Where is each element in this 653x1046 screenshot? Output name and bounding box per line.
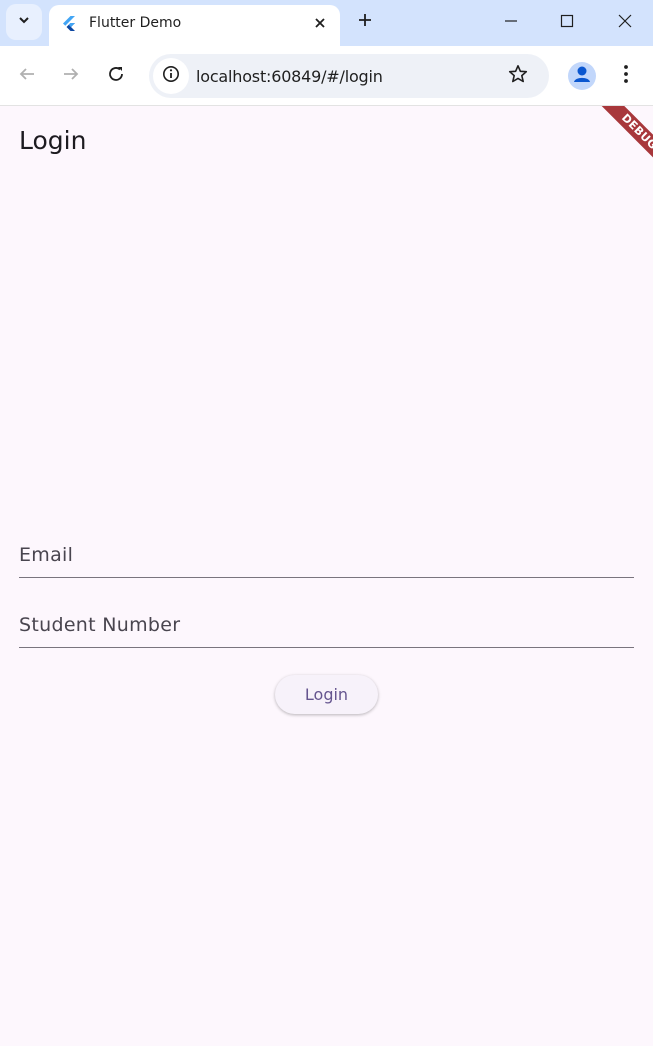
active-tab[interactable]: Flutter Demo (49, 5, 340, 46)
minimize-button[interactable] (496, 8, 526, 38)
plus-icon (357, 12, 373, 33)
maximize-icon (560, 14, 574, 33)
profile-icon (568, 62, 596, 90)
close-icon[interactable] (310, 13, 330, 33)
forward-arrow-icon (62, 65, 80, 88)
chevron-down-icon (17, 13, 31, 32)
tab-search-button[interactable] (6, 4, 42, 40)
maximize-button[interactable] (552, 8, 582, 38)
email-field-label: Email (19, 544, 74, 566)
browser-menu-button[interactable] (614, 62, 638, 90)
kebab-menu-icon (623, 64, 629, 89)
minimize-icon (504, 14, 518, 33)
student-number-field[interactable]: Student Number (19, 604, 634, 648)
debug-banner-label: DEBUG (597, 106, 653, 174)
bookmark-button[interactable] (506, 64, 530, 88)
back-button[interactable] (13, 62, 41, 90)
login-button[interactable]: Login (275, 675, 378, 714)
app-page: Login DEBUG Email Student Number Login (0, 106, 653, 1046)
student-number-field-label: Student Number (19, 614, 181, 636)
new-tab-button[interactable] (352, 9, 378, 35)
site-info-button[interactable] (153, 58, 189, 94)
address-bar[interactable]: localhost:60849/#/login (149, 54, 549, 98)
forward-button[interactable] (57, 62, 85, 90)
window-close-button[interactable] (610, 8, 640, 38)
site-info-icon (162, 65, 180, 88)
star-icon (508, 64, 528, 89)
debug-banner: DEBUG (583, 106, 653, 176)
page-title: Login (19, 126, 87, 155)
email-field[interactable]: Email (19, 534, 634, 578)
browser-toolbar: localhost:60849/#/login (0, 46, 653, 106)
reload-button[interactable] (102, 62, 130, 90)
url-text[interactable]: localhost:60849/#/login (196, 67, 383, 86)
window-close-icon (618, 14, 632, 33)
profile-button[interactable] (568, 62, 596, 90)
back-arrow-icon (18, 65, 36, 88)
tab-title: Flutter Demo (89, 15, 182, 31)
tab-strip: Flutter Demo (0, 0, 653, 46)
flutter-logo-icon (61, 15, 77, 31)
reload-icon (107, 65, 125, 88)
